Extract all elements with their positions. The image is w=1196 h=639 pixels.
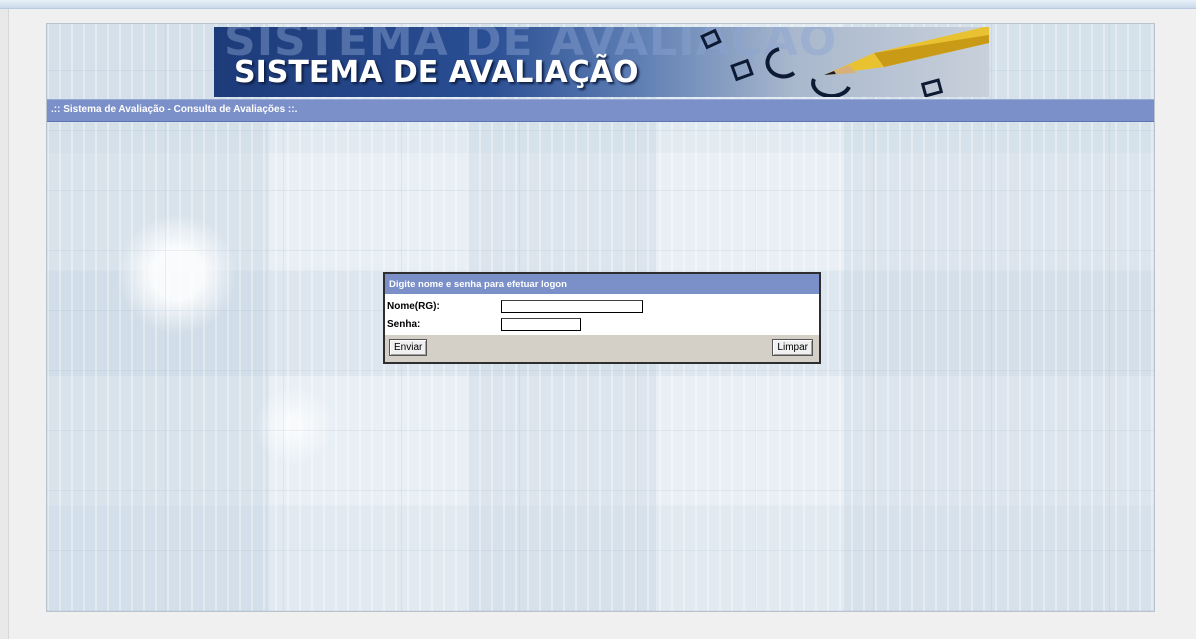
password-input[interactable] bbox=[501, 318, 581, 331]
pencil-illustration bbox=[700, 27, 989, 97]
page-container: SISTEMA DE AVALIAÇÃO SISTEMA DE AVALIAÇÃ… bbox=[46, 23, 1155, 612]
login-heading: Digite nome e senha para efetuar logon bbox=[389, 279, 567, 290]
username-input[interactable] bbox=[501, 300, 643, 313]
header-banner: SISTEMA DE AVALIAÇÃO SISTEMA DE AVALIAÇÃ… bbox=[214, 27, 989, 97]
form-button-row: Enviar Limpar bbox=[385, 335, 819, 362]
page-title-bar: .:: Sistema de Avaliação - Consulta de A… bbox=[47, 99, 1154, 122]
reset-button[interactable]: Limpar bbox=[772, 339, 813, 356]
browser-top-edge bbox=[0, 0, 1196, 9]
username-label: Nome(RG): bbox=[387, 301, 440, 312]
password-label: Senha: bbox=[387, 319, 421, 330]
login-panel: Digite nome e senha para efetuar logon N… bbox=[383, 272, 821, 364]
submit-button[interactable]: Enviar bbox=[389, 339, 428, 356]
page-title: .:: Sistema de Avaliação - Consulta de A… bbox=[51, 104, 298, 115]
login-heading-bar: Digite nome e senha para efetuar logon bbox=[385, 274, 819, 294]
banner-title: SISTEMA DE AVALIAÇÃO bbox=[234, 55, 639, 90]
browser-left-edge bbox=[0, 9, 9, 639]
